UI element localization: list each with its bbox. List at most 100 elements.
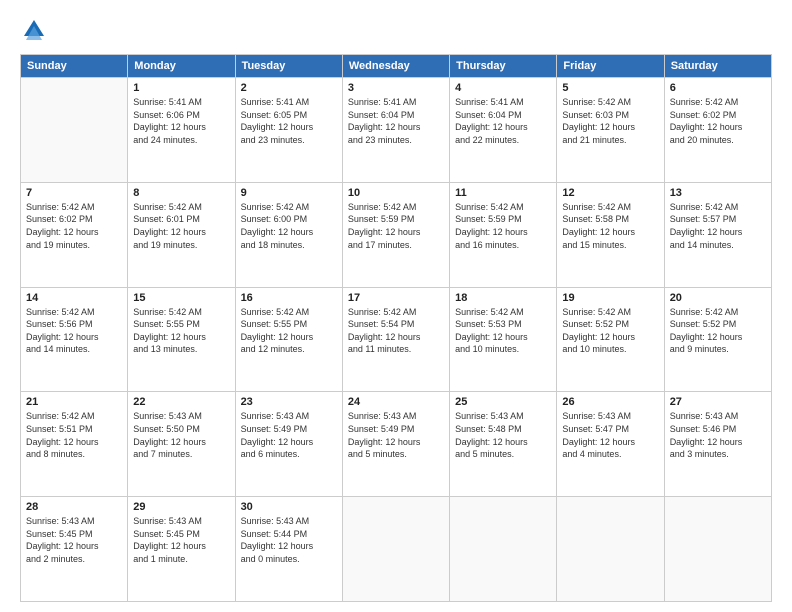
col-header-friday: Friday xyxy=(557,55,664,78)
day-info: Sunrise: 5:42 AM Sunset: 5:52 PM Dayligh… xyxy=(562,306,658,356)
day-headers-row: SundayMondayTuesdayWednesdayThursdayFrid… xyxy=(21,55,772,78)
calendar-cell: 28 Sunrise: 5:43 AM Sunset: 5:45 PM Dayli… xyxy=(21,497,128,602)
day-number: 14 xyxy=(26,292,122,304)
calendar-cell: 17 Sunrise: 5:42 AM Sunset: 5:54 PM Dayli… xyxy=(342,287,449,392)
day-number: 28 xyxy=(26,501,122,513)
day-number: 21 xyxy=(26,396,122,408)
day-info: Sunrise: 5:43 AM Sunset: 5:47 PM Dayligh… xyxy=(562,410,658,460)
day-info: Sunrise: 5:42 AM Sunset: 5:51 PM Dayligh… xyxy=(26,410,122,460)
day-number: 10 xyxy=(348,187,444,199)
col-header-sunday: Sunday xyxy=(21,55,128,78)
day-number: 6 xyxy=(670,82,766,94)
day-number: 26 xyxy=(562,396,658,408)
day-number: 5 xyxy=(562,82,658,94)
day-info: Sunrise: 5:42 AM Sunset: 5:57 PM Dayligh… xyxy=(670,201,766,251)
col-header-wednesday: Wednesday xyxy=(342,55,449,78)
day-info: Sunrise: 5:43 AM Sunset: 5:50 PM Dayligh… xyxy=(133,410,229,460)
calendar-cell: 15 Sunrise: 5:42 AM Sunset: 5:55 PM Dayli… xyxy=(128,287,235,392)
day-info: Sunrise: 5:42 AM Sunset: 6:00 PM Dayligh… xyxy=(241,201,337,251)
day-info: Sunrise: 5:42 AM Sunset: 5:54 PM Dayligh… xyxy=(348,306,444,356)
day-info: Sunrise: 5:43 AM Sunset: 5:44 PM Dayligh… xyxy=(241,515,337,565)
day-info: Sunrise: 5:42 AM Sunset: 5:53 PM Dayligh… xyxy=(455,306,551,356)
day-info: Sunrise: 5:41 AM Sunset: 6:04 PM Dayligh… xyxy=(455,96,551,146)
week-row-5: 28 Sunrise: 5:43 AM Sunset: 5:45 PM Dayli… xyxy=(21,497,772,602)
day-number: 30 xyxy=(241,501,337,513)
calendar-cell: 22 Sunrise: 5:43 AM Sunset: 5:50 PM Dayli… xyxy=(128,392,235,497)
day-number: 23 xyxy=(241,396,337,408)
day-info: Sunrise: 5:42 AM Sunset: 6:03 PM Dayligh… xyxy=(562,96,658,146)
day-info: Sunrise: 5:41 AM Sunset: 6:04 PM Dayligh… xyxy=(348,96,444,146)
calendar-cell: 10 Sunrise: 5:42 AM Sunset: 5:59 PM Dayli… xyxy=(342,182,449,287)
day-number: 29 xyxy=(133,501,229,513)
day-info: Sunrise: 5:43 AM Sunset: 5:48 PM Dayligh… xyxy=(455,410,551,460)
calendar-cell xyxy=(342,497,449,602)
day-info: Sunrise: 5:42 AM Sunset: 6:02 PM Dayligh… xyxy=(26,201,122,251)
calendar-cell: 27 Sunrise: 5:43 AM Sunset: 5:46 PM Dayli… xyxy=(664,392,771,497)
day-number: 7 xyxy=(26,187,122,199)
day-number: 2 xyxy=(241,82,337,94)
day-number: 22 xyxy=(133,396,229,408)
day-info: Sunrise: 5:42 AM Sunset: 5:59 PM Dayligh… xyxy=(455,201,551,251)
day-number: 4 xyxy=(455,82,551,94)
day-info: Sunrise: 5:43 AM Sunset: 5:45 PM Dayligh… xyxy=(133,515,229,565)
calendar-cell: 23Sunrise: 5:43 AM Sunset: 5:49 PM Dayli… xyxy=(235,392,342,497)
calendar-cell xyxy=(664,497,771,602)
calendar-cell: 24Sunrise: 5:43 AM Sunset: 5:49 PM Dayli… xyxy=(342,392,449,497)
calendar-cell: 30 Sunrise: 5:43 AM Sunset: 5:44 PM Dayli… xyxy=(235,497,342,602)
day-info: Sunrise: 5:43 AM Sunset: 5:46 PM Dayligh… xyxy=(670,410,766,460)
calendar-cell: 29 Sunrise: 5:43 AM Sunset: 5:45 PM Dayli… xyxy=(128,497,235,602)
day-info: Sunrise: 5:42 AM Sunset: 5:59 PM Dayligh… xyxy=(348,201,444,251)
day-info: Sunrise: 5:43 AM Sunset: 5:49 PM Dayligh… xyxy=(348,410,444,460)
calendar-cell: 2 Sunrise: 5:41 AM Sunset: 6:05 PM Daylig… xyxy=(235,78,342,183)
day-info: Sunrise: 5:42 AM Sunset: 5:55 PM Dayligh… xyxy=(133,306,229,356)
calendar-cell xyxy=(557,497,664,602)
header xyxy=(20,16,772,44)
calendar-page: SundayMondayTuesdayWednesdayThursdayFrid… xyxy=(0,0,792,612)
week-row-1: 1Sunrise: 5:41 AM Sunset: 6:06 PM Daylig… xyxy=(21,78,772,183)
calendar-cell xyxy=(21,78,128,183)
calendar-cell: 8Sunrise: 5:42 AM Sunset: 6:01 PM Daylig… xyxy=(128,182,235,287)
day-info: Sunrise: 5:42 AM Sunset: 5:58 PM Dayligh… xyxy=(562,201,658,251)
calendar-cell: 6 Sunrise: 5:42 AM Sunset: 6:02 PM Daylig… xyxy=(664,78,771,183)
logo xyxy=(20,16,52,44)
calendar-cell: 13 Sunrise: 5:42 AM Sunset: 5:57 PM Dayli… xyxy=(664,182,771,287)
calendar-cell: 9 Sunrise: 5:42 AM Sunset: 6:00 PM Daylig… xyxy=(235,182,342,287)
day-number: 11 xyxy=(455,187,551,199)
day-number: 17 xyxy=(348,292,444,304)
day-number: 15 xyxy=(133,292,229,304)
calendar-cell xyxy=(450,497,557,602)
calendar-cell: 14Sunrise: 5:42 AM Sunset: 5:56 PM Dayli… xyxy=(21,287,128,392)
day-info: Sunrise: 5:41 AM Sunset: 6:05 PM Dayligh… xyxy=(241,96,337,146)
day-info: Sunrise: 5:42 AM Sunset: 6:02 PM Dayligh… xyxy=(670,96,766,146)
col-header-thursday: Thursday xyxy=(450,55,557,78)
logo-icon xyxy=(20,16,48,44)
calendar-cell: 25 Sunrise: 5:43 AM Sunset: 5:48 PM Dayli… xyxy=(450,392,557,497)
calendar-cell: 11 Sunrise: 5:42 AM Sunset: 5:59 PM Dayli… xyxy=(450,182,557,287)
calendar-cell: 12 Sunrise: 5:42 AM Sunset: 5:58 PM Dayli… xyxy=(557,182,664,287)
calendar-cell: 26 Sunrise: 5:43 AM Sunset: 5:47 PM Dayli… xyxy=(557,392,664,497)
day-number: 27 xyxy=(670,396,766,408)
day-number: 9 xyxy=(241,187,337,199)
calendar-cell: 5 Sunrise: 5:42 AM Sunset: 6:03 PM Daylig… xyxy=(557,78,664,183)
col-header-tuesday: Tuesday xyxy=(235,55,342,78)
calendar-cell: 1Sunrise: 5:41 AM Sunset: 6:06 PM Daylig… xyxy=(128,78,235,183)
week-row-3: 14Sunrise: 5:42 AM Sunset: 5:56 PM Dayli… xyxy=(21,287,772,392)
day-number: 8 xyxy=(133,187,229,199)
day-info: Sunrise: 5:43 AM Sunset: 5:45 PM Dayligh… xyxy=(26,515,122,565)
day-info: Sunrise: 5:42 AM Sunset: 5:52 PM Dayligh… xyxy=(670,306,766,356)
week-row-2: 7 Sunrise: 5:42 AM Sunset: 6:02 PM Daylig… xyxy=(21,182,772,287)
calendar-cell: 16 Sunrise: 5:42 AM Sunset: 5:55 PM Dayli… xyxy=(235,287,342,392)
day-number: 12 xyxy=(562,187,658,199)
day-number: 19 xyxy=(562,292,658,304)
calendar-cell: 3 Sunrise: 5:41 AM Sunset: 6:04 PM Daylig… xyxy=(342,78,449,183)
calendar-cell: 18Sunrise: 5:42 AM Sunset: 5:53 PM Dayli… xyxy=(450,287,557,392)
col-header-saturday: Saturday xyxy=(664,55,771,78)
day-number: 13 xyxy=(670,187,766,199)
calendar-cell: 19 Sunrise: 5:42 AM Sunset: 5:52 PM Dayli… xyxy=(557,287,664,392)
calendar-cell: 21 Sunrise: 5:42 AM Sunset: 5:51 PM Dayli… xyxy=(21,392,128,497)
day-number: 25 xyxy=(455,396,551,408)
day-number: 3 xyxy=(348,82,444,94)
day-info: Sunrise: 5:42 AM Sunset: 5:55 PM Dayligh… xyxy=(241,306,337,356)
calendar-table: SundayMondayTuesdayWednesdayThursdayFrid… xyxy=(20,54,772,602)
day-number: 16 xyxy=(241,292,337,304)
